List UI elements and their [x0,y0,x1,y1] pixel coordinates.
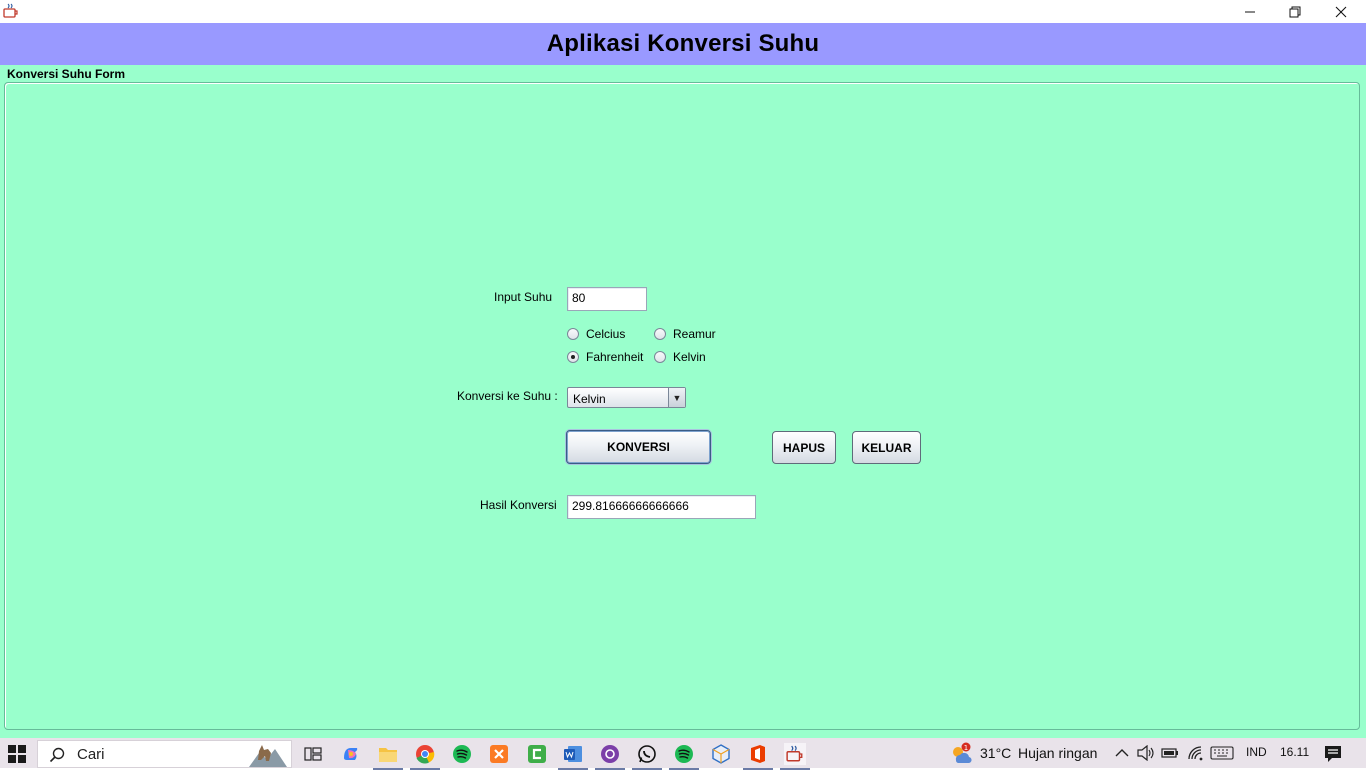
java-icon[interactable] [780,743,810,770]
target-unit-select[interactable]: Kelvin ▼ [567,387,686,408]
radio-kelvin[interactable]: Kelvin [654,350,706,364]
radio-label: Fahrenheit [586,350,644,364]
input-language[interactable]: IND [1246,745,1267,759]
task-view-icon[interactable] [302,743,324,765]
radio-indicator [654,328,666,340]
taskbar-search-box[interactable]: Cari [37,740,292,768]
radio-reamur[interactable]: Reamur [654,327,716,341]
speaker-icon[interactable] [1137,745,1155,761]
github-desktop-icon[interactable] [595,743,625,770]
weather-alert-count: 1 [964,744,968,752]
radio-label: Celcius [586,327,626,341]
radio-celcius[interactable]: Celcius [567,327,625,341]
word-icon[interactable] [558,743,588,770]
app-title: Aplikasi Konversi Suhu [546,30,820,57]
chevron-down-icon[interactable]: ▼ [668,388,685,407]
restore-button[interactable] [1272,0,1318,23]
camtasia-icon[interactable] [526,743,548,765]
office-icon[interactable] [743,743,773,770]
chevron-up-icon[interactable] [1115,747,1129,759]
minimize-icon [1245,11,1255,12]
input-suhu-field[interactable]: 80 [567,287,647,311]
restore-icon [1289,6,1301,17]
weather-icon[interactable]: 1 [950,742,972,764]
keyboard-icon[interactable] [1210,746,1234,760]
weather-condition[interactable]: Hujan ringan [1018,745,1097,761]
hasil-konversi-field[interactable]: 299.81666666666666 [567,495,756,519]
form-title: Konversi Suhu Form [7,67,126,81]
spotify-icon[interactable] [451,743,473,765]
konversi-ke-label: Konversi ke Suhu : [457,389,558,403]
hapus-button[interactable]: HAPUS [772,431,836,464]
radio-label: Kelvin [673,350,706,364]
java-app-icon [3,3,19,19]
wifi-icon[interactable] [1187,745,1205,761]
target-unit-value: Kelvin [573,392,606,406]
battery-icon[interactable] [1161,746,1179,760]
close-icon [1335,6,1347,17]
radio-indicator-checked [567,351,579,363]
input-suhu-label: Input Suhu [494,290,553,304]
windows-start-icon[interactable] [8,745,26,763]
radio-fahrenheit[interactable]: Fahrenheit [567,350,643,364]
xampp-icon[interactable] [488,743,510,765]
close-button[interactable] [1318,0,1364,23]
radio-indicator [654,351,666,363]
copilot-icon[interactable] [340,743,362,765]
whatsapp-icon[interactable] [632,743,662,770]
taskbar: Cari 1 31°C Hujan ringan IND 16.11 [0,738,1366,770]
clock-time[interactable]: 16.11 [1280,745,1309,759]
hasil-konversi-label: Hasil Konversi [480,498,557,512]
radio-label: Reamur [673,327,716,341]
radio-indicator [567,328,579,340]
virtualbox-icon[interactable] [710,743,732,765]
weather-temperature[interactable]: 31°C [980,745,1011,761]
search-highlight-wolf-icon [249,745,287,767]
search-placeholder: Cari [77,746,105,763]
keluar-button[interactable]: KELUAR [852,431,921,464]
search-icon [49,747,65,763]
spotify-icon[interactable] [669,743,699,770]
app-header: Aplikasi Konversi Suhu [0,23,1366,65]
file-explorer-icon[interactable] [373,743,403,770]
minimize-button[interactable] [1227,0,1273,23]
window-titlebar [0,0,1366,23]
chrome-icon[interactable] [410,743,440,770]
notification-icon[interactable] [1324,745,1342,763]
konversi-button[interactable]: KONVERSI [566,430,711,464]
